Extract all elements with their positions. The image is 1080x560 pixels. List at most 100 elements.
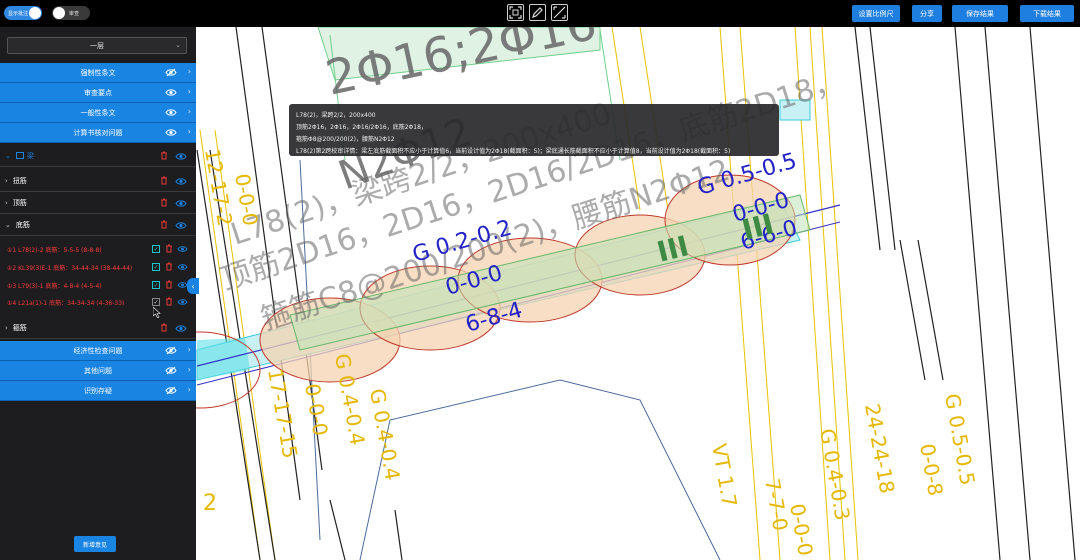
category-label: 强制性条文 [80,68,116,77]
share-button[interactable]: 分享 [912,5,942,22]
save-result-button[interactable]: 保存结果 [952,5,1008,22]
issue-item[interactable]: ①1 L78(2)-2 底筋：5-5-5 (8-8-8) ✓ [7,241,196,257]
chevron-right-icon: › [187,87,191,96]
category-general[interactable]: 一般性条文 › [0,103,196,123]
issue-text: ①4 L21a(1)-1 底筋：34-34-34 (4-36-33) [7,299,125,307]
top-toolbar: 显示批注 审查 设置比例尺 分享 保存结果 下载结果 [0,0,1080,27]
trash-icon[interactable] [160,176,168,185]
set-scale-button[interactable]: 设置比例尺 [852,5,900,22]
mouse-cursor-icon [153,307,161,318]
subsection-label: 顶筋 [12,198,27,207]
measure-icon[interactable] [551,4,568,21]
eye-icon[interactable] [165,88,177,97]
subsection-stirrup[interactable]: › 箍筋 [0,317,196,339]
tooltip-line: 箍筋Φ8@200/200(2)，腰筋N2Φ12 [296,136,395,143]
trash-icon[interactable] [165,280,173,289]
annotation-toggle-label: 显示批注 [8,10,29,17]
eye-icon[interactable] [175,199,187,208]
trash-icon[interactable] [165,262,173,271]
subsection-beam[interactable]: ⌄ 梁 [0,145,196,167]
review-toggle-label: 审查 [69,10,80,17]
category-label: 一般性条文 [80,108,116,117]
chevron-down-icon: ⌄ [175,41,181,49]
category-other[interactable]: 其他问题 › [0,361,196,381]
pen-icon[interactable] [529,4,546,21]
app-root: 2Φ16;2Φ16 N2Φ12 L78(2)，梁跨2/2，200x400 顶筋2… [0,0,1080,560]
issue-text: ①1 L78(2)-2 底筋：5-5-5 (8-8-8) [7,246,102,254]
tooltip-line: 顶筋2Φ16，2Φ16，2Φ16/2Φ16，底筋2Φ18， [296,124,427,131]
eye-off-icon[interactable] [165,346,177,355]
eye-icon[interactable] [175,221,187,230]
issue-checkbox[interactable]: ✓ [152,298,160,306]
category-label: 计算书核对问题 [73,128,123,137]
floor-select[interactable]: 一层 ⌄ [7,37,187,54]
chevron-right-icon: › [5,323,8,332]
chevron-right-icon: › [187,385,191,394]
beam-icon [15,152,24,159]
toggle-knob [29,7,41,19]
eye-icon[interactable] [177,298,188,306]
chevron-right-icon: › [187,365,191,374]
category-label: 审查要点 [84,88,112,97]
chevron-right-icon: › [187,107,191,116]
eye-icon[interactable] [175,152,187,161]
category-review-points[interactable]: 审查要点 › [0,83,196,103]
chevron-down-icon: ⌄ [5,220,11,229]
eye-off-icon[interactable] [165,386,177,395]
issue-checkbox[interactable]: ✓ [152,281,160,289]
trash-icon[interactable] [160,220,168,229]
eye-icon[interactable] [177,245,188,253]
category-economy[interactable]: 经济性检查问题 › [0,341,196,361]
issue-checkbox[interactable]: ✓ [152,245,160,253]
category-label: 经济性检查问题 [73,346,123,355]
issue-item[interactable]: ①4 L21a(1)-1 底筋：34-34-34 (4-36-33) ✓ [7,294,196,310]
issue-item[interactable]: ①2 KL39(3)E-1 底筋：34-44-34 (38-44-44) ✓ [7,259,196,275]
annotation-toggle[interactable]: 显示批注 [4,6,42,20]
trash-icon[interactable] [160,323,168,332]
yellow-label-14: 2 [203,491,217,516]
trash-icon[interactable] [160,198,168,207]
chevron-right-icon: › [187,127,191,136]
category-calc-check[interactable]: 计算书核对问题 › [0,123,196,143]
subsection-top-bar[interactable]: › 顶筋 [0,192,196,214]
trash-icon[interactable] [160,151,168,160]
issue-checkbox[interactable]: ✓ [152,263,160,271]
toggle-knob [53,7,65,19]
chevron-right-icon: › [187,345,191,354]
download-result-button[interactable]: 下载结果 [1020,5,1074,22]
issue-text: ①3 L79(3)-1 底筋：4-8-4 (4-5-4) [7,282,102,290]
eye-icon[interactable] [165,108,177,117]
subsection-label: 箍筋 [12,323,27,332]
subsection-torsion[interactable]: › 扭筋 [0,170,196,192]
eye-icon[interactable] [165,128,177,137]
eye-icon[interactable] [175,177,187,186]
fit-screen-icon[interactable] [507,4,524,21]
subsection-label: 梁 [26,151,34,160]
category-uncertain[interactable]: 识别存疑 › [0,381,196,401]
beam-info-tooltip: L78(2)，梁跨2/2，200x400 顶筋2Φ16，2Φ16，2Φ16/2Φ… [289,104,779,156]
eye-off-icon[interactable] [165,366,177,375]
issue-text: ①2 KL39(3)E-1 底筋：34-44-34 (38-44-44) [7,264,133,272]
review-toggle[interactable]: 审查 [52,6,90,20]
category-label: 识别存疑 [84,386,112,395]
subsection-bottom-bar[interactable]: ⌄ 底筋 [0,214,196,236]
floor-select-value: 一层 [90,41,104,50]
add-comment-button[interactable]: 新增意见 [74,536,116,552]
trash-icon[interactable] [165,297,173,306]
tooltip-line: L78(2)，梁跨2/2，200x400 [296,112,376,119]
chevron-right-icon: › [187,67,191,76]
eye-icon[interactable] [177,263,188,271]
chevron-right-icon: › [5,198,8,207]
issue-item[interactable]: ①3 L79(3)-1 底筋：4-8-4 (4-5-4) ✓ [7,277,196,293]
category-label: 其他问题 [84,366,112,375]
subsection-label: 底筋 [15,220,30,229]
collapse-sidebar-handle[interactable]: ‹ [187,278,199,294]
trash-icon[interactable] [165,244,173,253]
review-sidebar: 一层 ⌄ 强制性条文 › 审查要点 › 一般性条文 › 计算书核对问题 › ⌄ [0,27,196,560]
eye-icon[interactable] [175,324,187,333]
tooltip-line: L78(2)第2跨校审详情：梁左底筋截面积不应小于计算值6，当前设计值为2Φ18… [296,148,731,155]
chevron-down-icon: ⌄ [5,151,11,160]
category-mandatory[interactable]: 强制性条文 › [0,63,196,83]
chevron-right-icon: › [5,176,8,185]
eye-off-icon[interactable] [165,68,177,77]
